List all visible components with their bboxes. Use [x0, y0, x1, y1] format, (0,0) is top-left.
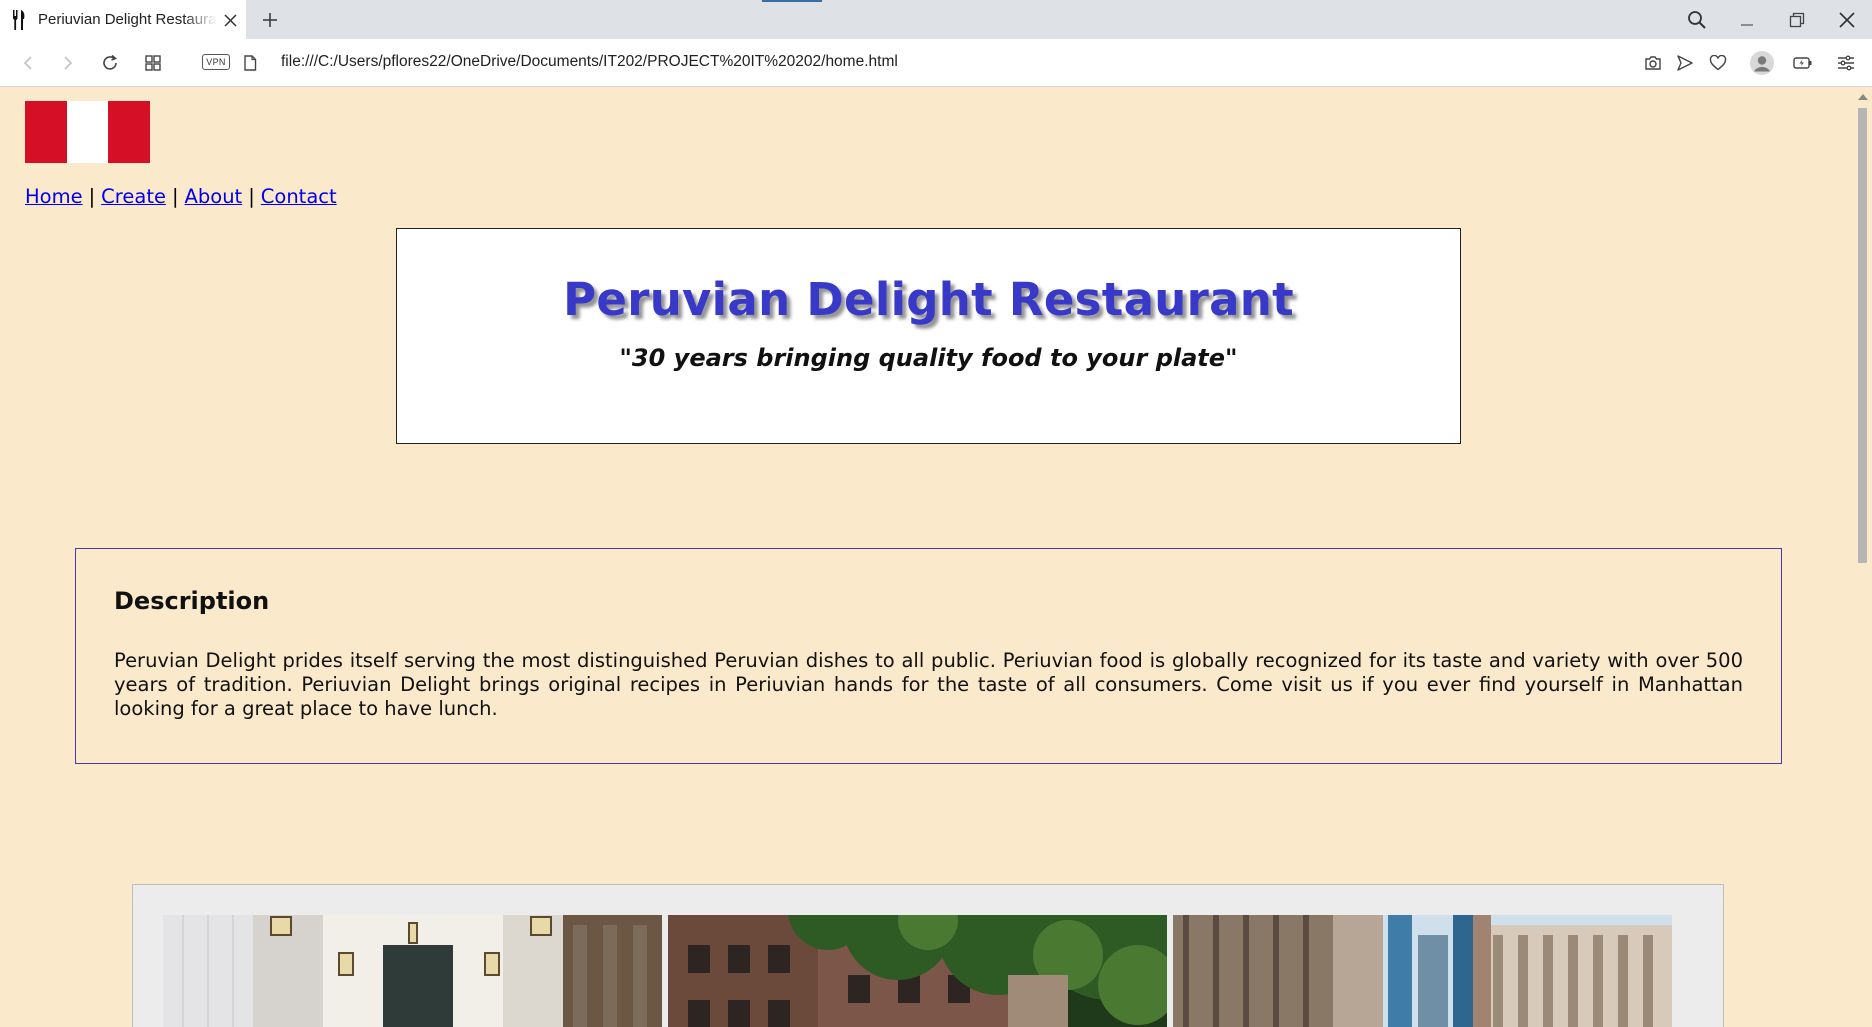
tiles-grid-icon[interactable]	[141, 51, 165, 75]
camera-snapshot-icon[interactable]	[1641, 51, 1665, 75]
tab-close-icon[interactable]	[220, 10, 240, 30]
back-arrow-icon[interactable]	[16, 51, 40, 75]
nav-link-contact[interactable]: Contact	[261, 185, 337, 208]
easy-setup-sliders-icon[interactable]	[1834, 51, 1858, 75]
scroll-up-arrow-icon[interactable]	[1858, 94, 1868, 100]
manhattan-street-photo	[1173, 915, 1672, 1027]
send-arrow-icon[interactable]	[1673, 51, 1697, 75]
fork-knife-icon	[12, 9, 28, 30]
restaurant-interior-photo	[163, 915, 662, 1027]
battery-saver-icon[interactable]	[1791, 51, 1815, 75]
photo-gallery	[132, 884, 1724, 1027]
nav-link-create[interactable]: Create	[101, 185, 166, 208]
header-banner: Peruvian Delight Restaurant "30 years br…	[396, 228, 1461, 444]
nav-separator: |	[171, 185, 179, 208]
page-scrollbar[interactable]	[1853, 88, 1872, 1027]
forward-arrow-icon[interactable]	[56, 51, 80, 75]
browser-tab-bar: Periuvian Delight Restaurant	[0, 0, 1872, 39]
page-title: Peruvian Delight Restaurant	[563, 273, 1294, 326]
url-field[interactable]: file:///C:/Users/pflores22/OneDrive/Docu…	[281, 53, 898, 71]
nav-link-about[interactable]: About	[185, 185, 243, 208]
browser-tab-active[interactable]: Periuvian Delight Restaurant	[0, 0, 246, 39]
minimize-window-icon[interactable]	[1722, 0, 1772, 39]
nav-link-home[interactable]: Home	[25, 185, 83, 208]
description-section: Description Peruvian Delight prides itse…	[75, 548, 1782, 764]
new-tab-plus-icon[interactable]	[258, 8, 282, 32]
nav-separator: |	[248, 185, 255, 208]
close-window-icon[interactable]	[1822, 0, 1872, 39]
restore-window-icon[interactable]	[1772, 0, 1822, 39]
browser-address-bar: VPN file:///C:/Users/pflores22/OneDrive/…	[0, 39, 1872, 87]
main-navigation: Home | Create | About | Contact	[25, 185, 337, 208]
peru-flag-logo	[25, 101, 151, 163]
tab-strip-accent	[762, 0, 822, 2]
heart-icon[interactable]	[1706, 51, 1730, 75]
search-tabs-icon[interactable]	[1672, 0, 1722, 39]
nav-separator: |	[88, 185, 96, 208]
scrollbar-thumb[interactable]	[1858, 108, 1867, 563]
file-page-icon	[238, 51, 262, 75]
profile-avatar-icon[interactable]	[1750, 51, 1774, 75]
tab-title: Periuvian Delight Restaurant	[38, 11, 216, 28]
page-tagline: "30 years bringing quality food to your …	[619, 344, 1238, 372]
description-heading: Description	[114, 587, 270, 615]
brick-building-trees-photo	[668, 915, 1167, 1027]
reload-icon[interactable]	[98, 51, 122, 75]
description-body: Peruvian Delight prides itself serving t…	[114, 649, 1743, 720]
vpn-badge[interactable]: VPN	[202, 54, 230, 70]
